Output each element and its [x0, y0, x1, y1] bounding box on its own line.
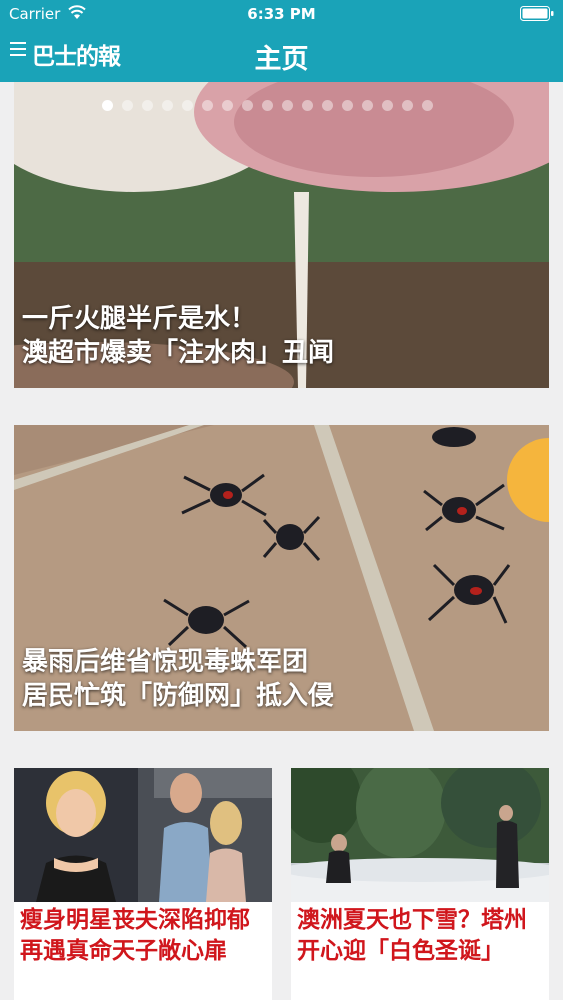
feature-article-card[interactable]: 暴雨后维省惊现毒蛛军团 居民忙筑「防御网」抵入侵 [14, 425, 549, 731]
carousel-dot[interactable] [122, 100, 133, 111]
carousel-dot[interactable] [342, 100, 353, 111]
carousel-banner[interactable]: 一斤火腿半斤是水！ 澳超市爆卖「注水肉」丑闻 [14, 82, 549, 388]
feature-caption-line1: 暴雨后维省惊现毒蛛军团 [22, 647, 309, 677]
carousel-dot[interactable] [322, 100, 333, 111]
carousel-caption-line2: 澳超市爆卖「注水肉」丑闻 [22, 338, 335, 368]
snow-photo [291, 768, 549, 902]
celebrity-photo [14, 768, 272, 902]
feature-caption-line2: 居民忙筑「防御网」抵入侵 [22, 681, 335, 711]
carousel-dot[interactable] [242, 100, 253, 111]
carousel-page-indicator[interactable] [102, 100, 433, 111]
carousel-dot[interactable] [422, 100, 433, 111]
carousel-dot[interactable] [162, 100, 173, 111]
navigation-bar: 巴士的報 主页 [0, 28, 563, 82]
news-tile[interactable]: 瘦身明星丧夫深陷抑郁 再遇真命天子敞心扉 [14, 768, 272, 1000]
news-tile-headline: 瘦身明星丧夫深陷抑郁 再遇真命天子敞心扉 [20, 907, 250, 964]
app-logo[interactable]: 巴士的報 [32, 37, 121, 71]
news-tile-headline: 澳洲夏天也下雪？塔州开心迎「白色圣诞」 [297, 907, 527, 964]
carousel-dot[interactable] [142, 100, 153, 111]
news-tile[interactable]: 澳洲夏天也下雪？塔州开心迎「白色圣诞」 [291, 768, 549, 1000]
carousel-caption: 一斤火腿半斤是水！ 澳超市爆卖「注水肉」丑闻 [22, 302, 334, 370]
carousel-dot[interactable] [202, 100, 213, 111]
carousel-dot[interactable] [222, 100, 233, 111]
carousel-dot[interactable] [302, 100, 313, 111]
feature-caption: 暴雨后维省惊现毒蛛军团 居民忙筑「防御网」抵入侵 [22, 645, 334, 713]
carousel-dot[interactable] [382, 100, 393, 111]
carousel-dot[interactable] [282, 100, 293, 111]
carousel-dot[interactable] [102, 100, 113, 111]
battery-icon [520, 6, 554, 21]
carousel-caption-line1: 一斤火腿半斤是水！ [22, 304, 257, 334]
carousel-dot[interactable] [262, 100, 273, 111]
carousel-dot[interactable] [182, 100, 193, 111]
carousel-dot[interactable] [362, 100, 373, 111]
carousel-dot[interactable] [402, 100, 413, 111]
menu-icon[interactable] [10, 42, 26, 60]
clock-time: 6:33 PM [247, 5, 316, 23]
status-bar: Carrier 6:33 PM [0, 0, 563, 28]
